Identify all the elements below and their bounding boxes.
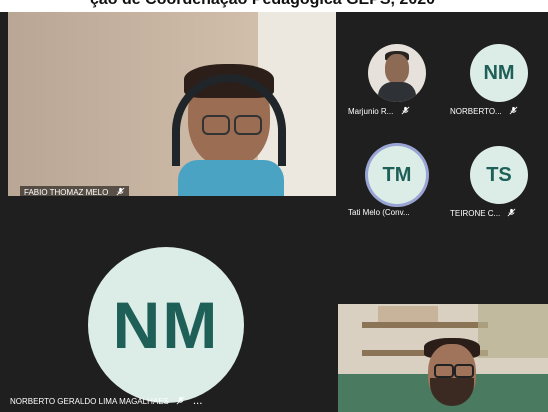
participant-tile-1[interactable]: Marjunio R...: [346, 38, 436, 133]
participant-tile-4[interactable]: TS TEIRONE C...: [448, 140, 538, 235]
participant-label: Tati Melo (Conv...: [348, 208, 438, 217]
glasses-left: [434, 364, 454, 378]
participant-initials-avatar: TS: [470, 146, 528, 204]
participant-tile-3[interactable]: TM Tati Melo (Conv...: [346, 140, 436, 235]
glasses-right: [454, 364, 474, 378]
participant-label: TEIRONE C...: [450, 208, 540, 218]
top-strip-text: ção de Coordenação Pedagógica GEPS, 2020: [90, 0, 435, 9]
large-tile-name: NORBERTO GERALDO LIMA MAGALHAES: [10, 397, 169, 406]
mic-muted-icon: [116, 187, 124, 196]
participant-label: NORBERTO...: [450, 106, 540, 116]
participant-name: Marjunio R...: [348, 107, 394, 116]
participant-photo-avatar: [368, 44, 426, 102]
more-options-button[interactable]: ...: [193, 397, 203, 406]
participant-label: Marjunio R...: [348, 106, 438, 116]
photo-face: [385, 54, 409, 84]
participant-name: Tati Melo (Conv...: [348, 208, 410, 217]
photo-shirt: [378, 82, 416, 102]
background-plant: [478, 304, 548, 358]
mic-muted-icon: [508, 208, 516, 217]
participant-initials-avatar: TM: [368, 146, 426, 204]
participant-tile-2[interactable]: NM NORBERTO...: [448, 38, 538, 133]
glasses-left: [202, 115, 230, 135]
main-video-name-tag: FABIO THOMAZ MELO: [20, 186, 129, 196]
mic-muted-icon: [176, 396, 185, 405]
participant-name: TEIRONE C...: [450, 209, 501, 218]
glasses-right: [234, 115, 262, 135]
participant-shirt: [178, 160, 284, 196]
shelf-top: [362, 322, 488, 328]
main-video-name: FABIO THOMAZ MELO: [24, 188, 109, 196]
participant-initials-avatar: NM: [470, 44, 528, 102]
self-view-video-tile[interactable]: [338, 304, 548, 412]
main-video-tile[interactable]: FABIO THOMAZ MELO: [8, 12, 336, 196]
mic-muted-icon: [509, 106, 518, 115]
large-initials-avatar[interactable]: NM: [88, 247, 244, 403]
participant-name: NORBERTO...: [450, 107, 502, 116]
top-strip: ção de Coordenação Pedagógica GEPS, 2020: [0, 0, 548, 12]
shelf-books: [378, 306, 438, 322]
large-tile-label: NORBERTO GERALDO LIMA MAGALHAES ...: [10, 396, 203, 406]
mic-muted-icon: [401, 106, 410, 115]
